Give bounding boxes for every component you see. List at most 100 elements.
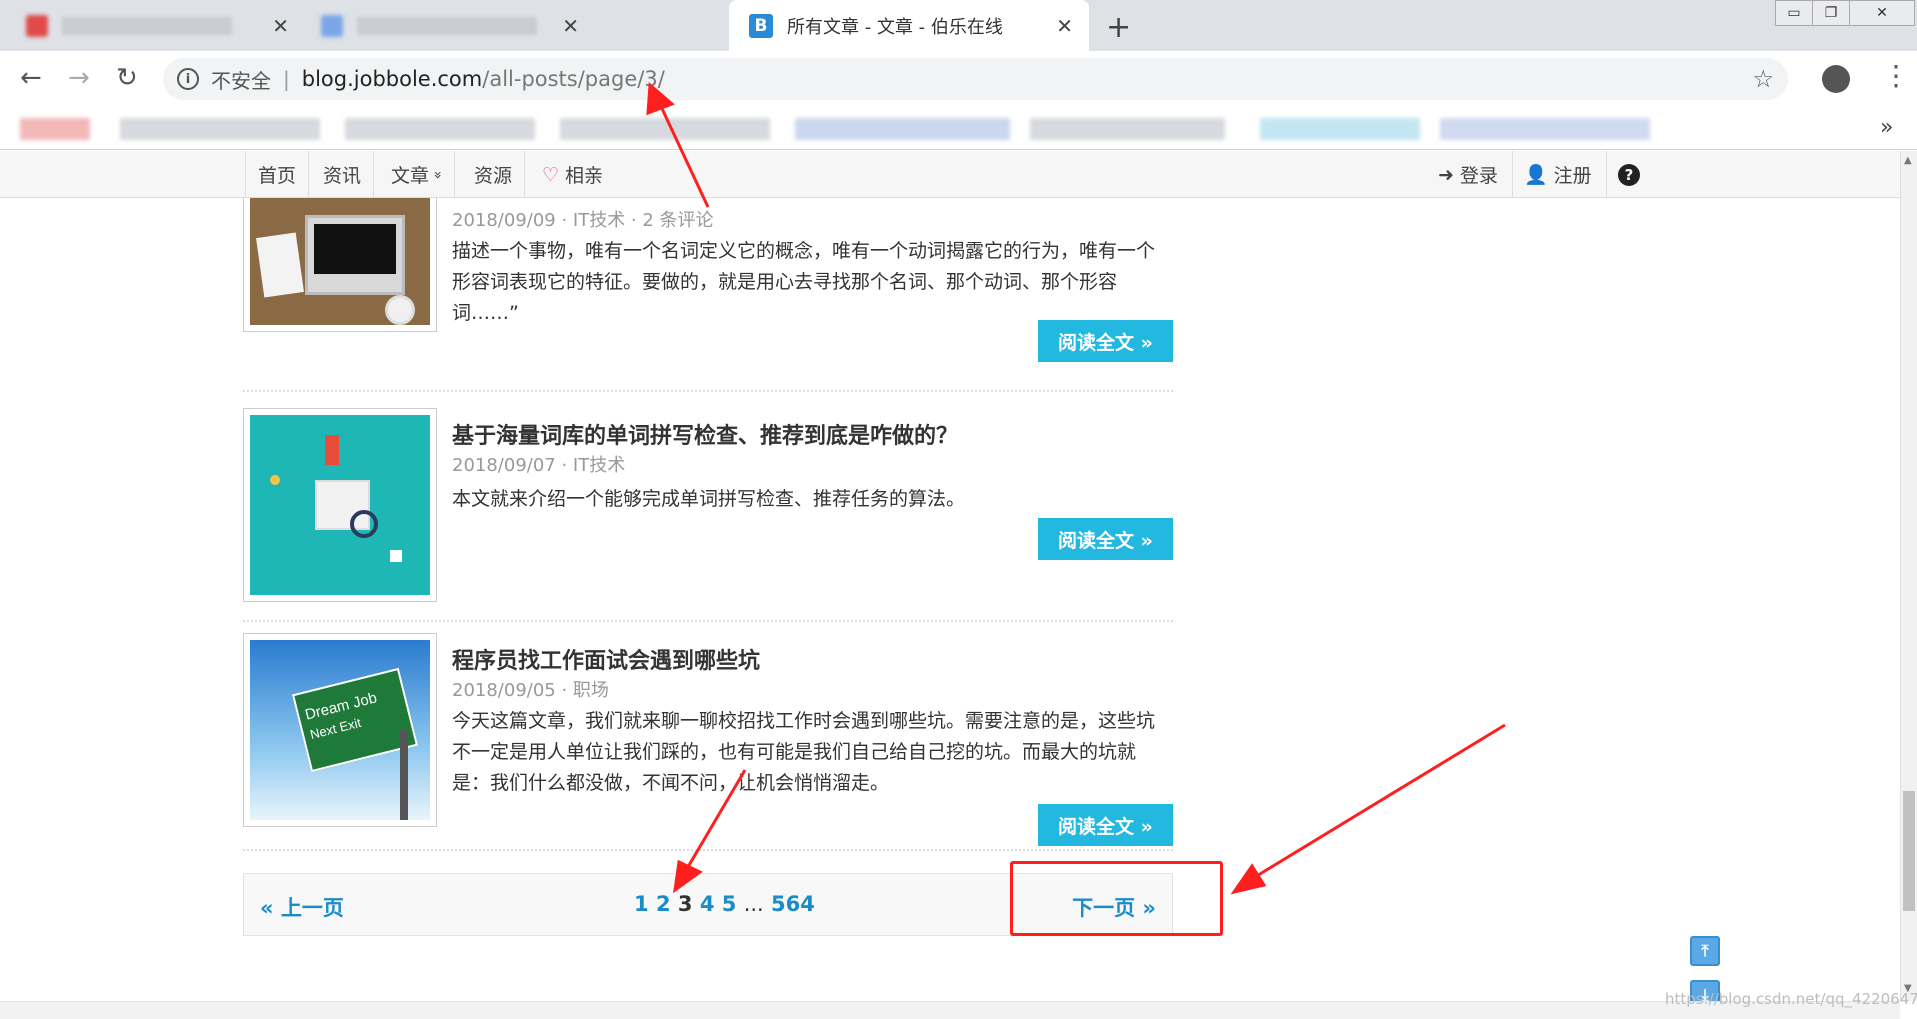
article-summary: 描述一个事物，唯有一个名词定义它的概念，唯有一个动词揭露它的行为，唯有一个形容词… bbox=[452, 240, 1156, 324]
article-item: 2018/09/09 · IT技术 · 2 条评论 描述一个事物，唯有一个名词定… bbox=[243, 198, 1173, 392]
article-thumbnail[interactable] bbox=[243, 198, 437, 332]
help-button[interactable]: ? bbox=[1604, 151, 1654, 198]
dream-job-sign-image: Dream Job Next Exit bbox=[250, 640, 430, 820]
bookmark-item[interactable] bbox=[1260, 118, 1420, 140]
bookmarks-overflow-icon[interactable]: » bbox=[1880, 115, 1893, 140]
nav-item-home[interactable]: 首页 bbox=[245, 151, 310, 198]
window-close-button[interactable]: ✕ bbox=[1849, 0, 1915, 26]
read-more-button[interactable]: 阅读全文 » bbox=[1038, 804, 1173, 846]
new-tab-button[interactable]: + bbox=[1106, 10, 1131, 45]
page-link-1[interactable]: 1 bbox=[634, 892, 649, 916]
magnifier-shape bbox=[350, 510, 378, 538]
nav-label: 首页 bbox=[258, 165, 297, 187]
site-navigation: 首页 资讯 文章» 资源 ♡ 相亲 ➜ 登录 👤 注册 ? bbox=[0, 151, 1900, 198]
article-summary: 本文就来介绍一个能够完成单词拼写检查、推荐任务的算法。 bbox=[452, 488, 966, 510]
nav-label: 资源 bbox=[474, 165, 513, 187]
info-icon[interactable]: i bbox=[177, 68, 199, 90]
notebook-shape bbox=[256, 232, 304, 298]
article-meta: 2018/09/05 · 职场 bbox=[452, 680, 609, 701]
decor-shape bbox=[325, 435, 339, 465]
coffee-cup-shape bbox=[385, 295, 415, 325]
read-more-button[interactable]: 阅读全文 » bbox=[1038, 518, 1173, 560]
register-link[interactable]: 👤 注册 bbox=[1510, 151, 1607, 198]
nav-item-news[interactable]: 资讯 bbox=[311, 151, 375, 198]
browser-tab-active[interactable]: B 所有文章 - 文章 - 伯乐在线 ✕ bbox=[729, 0, 1089, 51]
decor-shape bbox=[390, 550, 402, 562]
login-link[interactable]: ➜ 登录 bbox=[1424, 151, 1513, 198]
page-current: 3 bbox=[677, 892, 693, 916]
page-link-5[interactable]: 5 bbox=[722, 892, 737, 916]
page-link-last[interactable]: 564 bbox=[771, 892, 815, 916]
article-summary: 今天这篇文章，我们就来聊一聊校招找工作时会遇到哪些坑。需要注意的是，这些坑不一定… bbox=[452, 710, 1156, 794]
reload-icon[interactable]: ↻ bbox=[116, 63, 138, 93]
tab-close-icon[interactable]: ✕ bbox=[272, 14, 289, 38]
heart-icon: ♡ bbox=[542, 163, 560, 186]
profile-avatar-icon[interactable] bbox=[1822, 65, 1850, 93]
tab-title-blurred bbox=[62, 16, 232, 35]
article-meta: 2018/09/07 · IT技术 bbox=[452, 455, 626, 476]
bookmark-item[interactable] bbox=[345, 118, 535, 140]
bookmark-item[interactable] bbox=[560, 118, 770, 140]
watermark-text: https://blog.csdn.net/qq_42206477 bbox=[1665, 990, 1917, 1008]
jobbole-favicon-icon: B bbox=[749, 13, 773, 38]
login-label: 登录 bbox=[1459, 165, 1498, 187]
laptop-shape bbox=[305, 215, 405, 295]
tab-title-blurred bbox=[357, 16, 537, 35]
minimize-button[interactable]: ▭ bbox=[1775, 0, 1813, 26]
bookmark-item[interactable] bbox=[120, 118, 320, 140]
sign-in-icon: ➜ bbox=[1438, 163, 1454, 186]
page-numbers: 1 2 3 4 5 ... 564 bbox=[634, 892, 815, 916]
restore-button[interactable]: ❐ bbox=[1812, 0, 1850, 26]
read-more-button[interactable]: 阅读全文 » bbox=[1038, 320, 1173, 362]
page-scrollbar[interactable]: ▲ ▼ bbox=[1900, 151, 1917, 1001]
browser-menu-icon[interactable]: ⋮ bbox=[1882, 59, 1910, 92]
nav-label: 相亲 bbox=[565, 165, 604, 187]
tab-close-icon[interactable]: ✕ bbox=[1056, 14, 1073, 38]
page-ellipsis: ... bbox=[743, 892, 764, 916]
article-thumbnail[interactable] bbox=[243, 408, 437, 602]
user-plus-icon: 👤 bbox=[1524, 164, 1548, 186]
bookmark-item[interactable] bbox=[1030, 118, 1225, 140]
bottom-strip bbox=[0, 1001, 1900, 1019]
article-title[interactable]: 基于海量词库的单词拼写检查、推荐到底是咋做的？ bbox=[452, 418, 958, 450]
decor-shape bbox=[270, 475, 280, 485]
article-thumbnail[interactable]: Dream Job Next Exit bbox=[243, 633, 437, 827]
article-item: 基于海量词库的单词拼写检查、推荐到底是咋做的？ 2018/09/07 · IT技… bbox=[243, 408, 1173, 622]
tab-favicon bbox=[321, 14, 343, 37]
article-meta: 2018/09/09 · IT技术 · 2 条评论 bbox=[452, 210, 714, 231]
browser-toolbar: ← → ↻ i 不安全 | blog.jobbole.com/all-posts… bbox=[0, 51, 1917, 107]
bookmark-item[interactable] bbox=[1440, 118, 1650, 140]
sign-pole-shape bbox=[400, 730, 408, 820]
url-host[interactable]: blog.jobbole.com bbox=[302, 67, 483, 91]
bookmark-item[interactable] bbox=[795, 118, 1010, 140]
back-arrow-icon[interactable]: ← bbox=[20, 63, 42, 93]
security-label[interactable]: 不安全 bbox=[211, 65, 271, 94]
tab-favicon bbox=[26, 14, 48, 37]
question-icon: ? bbox=[1618, 163, 1640, 186]
tab-close-icon[interactable]: ✕ bbox=[562, 14, 579, 38]
nav-item-resources[interactable]: 资源 bbox=[462, 151, 526, 198]
prev-page-link[interactable]: « 上一页 bbox=[260, 892, 344, 922]
annotation-highlight-box bbox=[1010, 861, 1223, 936]
browser-tab-1[interactable]: ✕ bbox=[0, 0, 305, 51]
forward-arrow-icon[interactable]: → bbox=[68, 63, 90, 93]
scrollbar-thumb[interactable] bbox=[1903, 791, 1915, 911]
laptop-image bbox=[250, 198, 430, 325]
address-bar[interactable]: i 不安全 | blog.jobbole.com/all-posts/page/… bbox=[163, 58, 1788, 100]
nav-label: 资讯 bbox=[323, 165, 362, 187]
back-to-top-icon[interactable]: ⤒ bbox=[1690, 936, 1720, 966]
bookmark-item[interactable] bbox=[20, 118, 90, 140]
scroll-up-icon[interactable]: ▲ bbox=[1904, 155, 1912, 166]
tab-title: 所有文章 - 文章 - 伯乐在线 bbox=[787, 16, 1003, 38]
url-path[interactable]: /all-posts/page/3/ bbox=[482, 67, 665, 91]
bookmarks-bar: » bbox=[0, 107, 1917, 150]
nav-item-dating[interactable]: ♡ 相亲 bbox=[530, 151, 615, 198]
page-link-2[interactable]: 2 bbox=[656, 892, 671, 916]
nav-item-articles[interactable]: 文章» bbox=[379, 151, 455, 198]
bookmark-star-icon[interactable]: ☆ bbox=[1752, 65, 1774, 93]
nav-label: 文章 bbox=[391, 165, 430, 187]
browser-tab-2[interactable]: ✕ bbox=[305, 0, 595, 51]
address-separator: | bbox=[283, 67, 290, 91]
article-title[interactable]: 程序员找工作面试会遇到哪些坑 bbox=[452, 643, 760, 675]
page-link-4[interactable]: 4 bbox=[700, 892, 715, 916]
